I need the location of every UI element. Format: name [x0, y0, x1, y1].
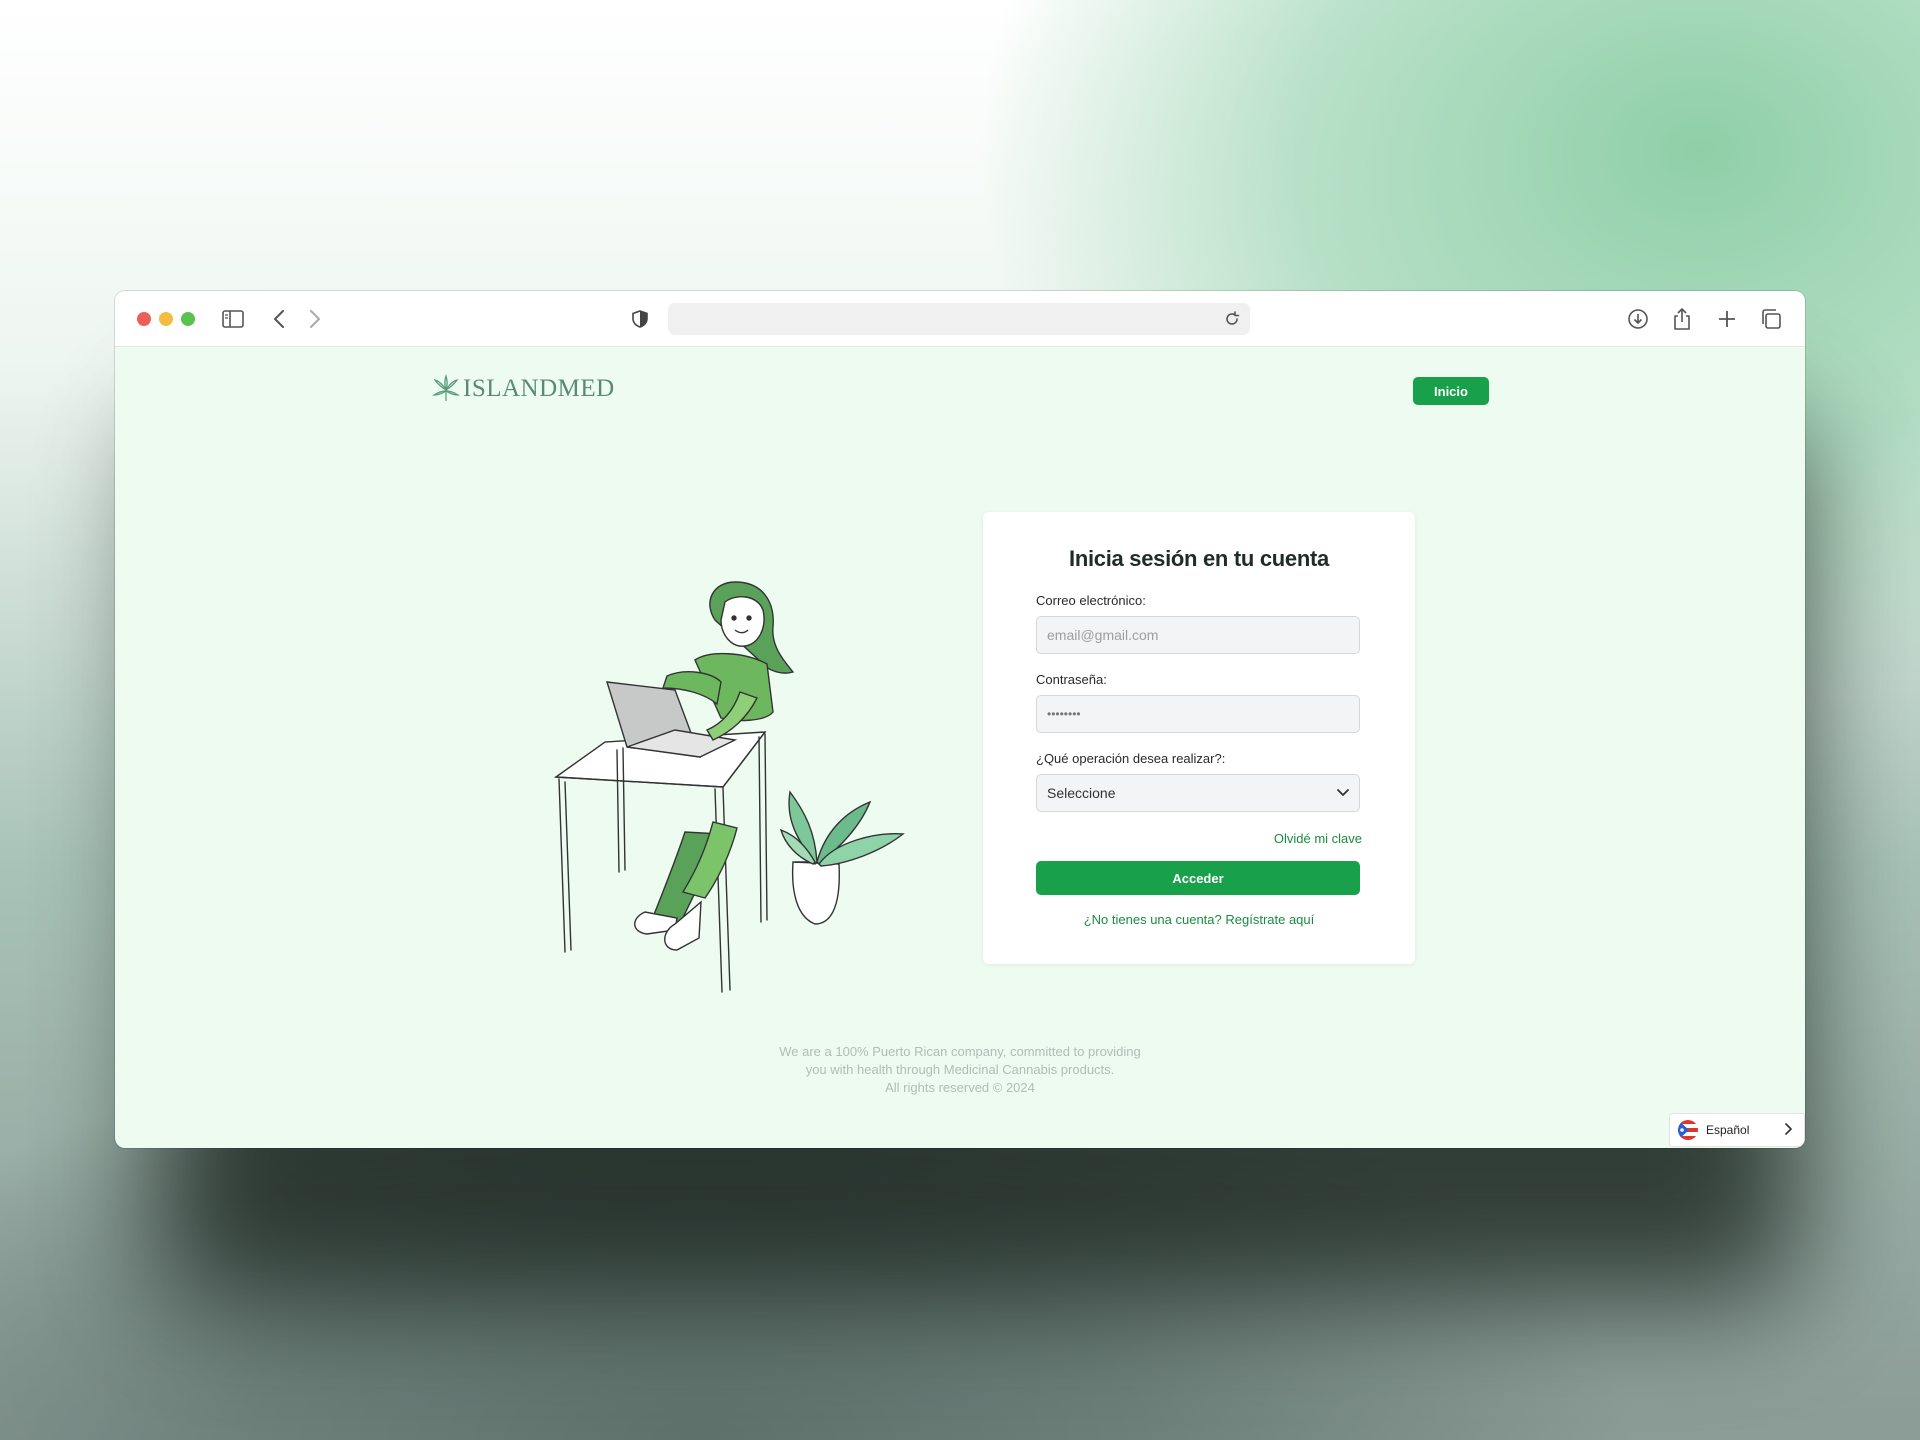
- reload-icon[interactable]: [1218, 305, 1246, 333]
- tabs-overview-icon[interactable]: [1757, 305, 1785, 333]
- address-bar[interactable]: [668, 303, 1250, 335]
- forward-icon[interactable]: [301, 305, 329, 333]
- browser-window: ISLANDMED Inicio Inicia sesión en tu cue…: [115, 291, 1805, 1148]
- inicio-button[interactable]: Inicio: [1413, 377, 1489, 405]
- new-tab-icon[interactable]: [1713, 305, 1741, 333]
- acceder-button[interactable]: Acceder: [1036, 861, 1360, 895]
- page-content: ISLANDMED Inicio Inicia sesión en tu cue…: [115, 347, 1805, 1148]
- footer-line-1: We are a 100% Puerto Rican company, comm…: [779, 1044, 1141, 1059]
- shield-icon[interactable]: [626, 305, 654, 333]
- footer-copyright: All rights reserved © 2024: [885, 1080, 1035, 1095]
- language-selector[interactable]: Español: [1669, 1113, 1805, 1147]
- language-label: Español: [1706, 1123, 1750, 1137]
- password-label: Contraseña:: [1036, 672, 1107, 687]
- close-window-button[interactable]: [137, 312, 151, 326]
- sidebar-icon[interactable]: [219, 305, 247, 333]
- footer: We are a 100% Puerto Rican company, comm…: [115, 1043, 1805, 1097]
- email-label: Correo electrónico:: [1036, 593, 1146, 608]
- operation-label: ¿Qué operación desea realizar?:: [1036, 751, 1226, 766]
- share-icon[interactable]: [1668, 305, 1696, 333]
- operation-select[interactable]: Seleccione: [1036, 774, 1360, 812]
- islandmed-logo[interactable]: ISLANDMED: [431, 374, 615, 404]
- footer-line-2: you with health through Medicinal Cannab…: [805, 1062, 1115, 1077]
- logo-text: ISLANDMED: [463, 375, 615, 402]
- login-card: Inicia sesión en tu cuenta Correo electr…: [983, 512, 1415, 964]
- cannabis-leaf-icon: [432, 374, 460, 401]
- browser-toolbar: [115, 291, 1805, 347]
- puerto-rico-flag-icon: [1678, 1120, 1698, 1140]
- woman-at-desk-illustration: [553, 581, 905, 993]
- download-icon[interactable]: [1624, 305, 1652, 333]
- operation-select-value: Seleccione: [1047, 785, 1116, 801]
- chevron-down-icon: [1337, 789, 1349, 796]
- login-title: Inicia sesión en tu cuenta: [1069, 546, 1329, 571]
- chevron-right-icon: [1785, 1123, 1792, 1135]
- register-link[interactable]: ¿No tienes una cuenta? Regístrate aquí: [983, 912, 1415, 927]
- forgot-password-link[interactable]: Olvidé mi clave: [1274, 831, 1362, 846]
- email-field[interactable]: email@gmail.com: [1036, 616, 1360, 654]
- back-icon[interactable]: [265, 305, 293, 333]
- minimize-window-button[interactable]: [159, 312, 173, 326]
- zoom-window-button[interactable]: [181, 312, 195, 326]
- password-field[interactable]: ••••••••: [1036, 695, 1360, 733]
